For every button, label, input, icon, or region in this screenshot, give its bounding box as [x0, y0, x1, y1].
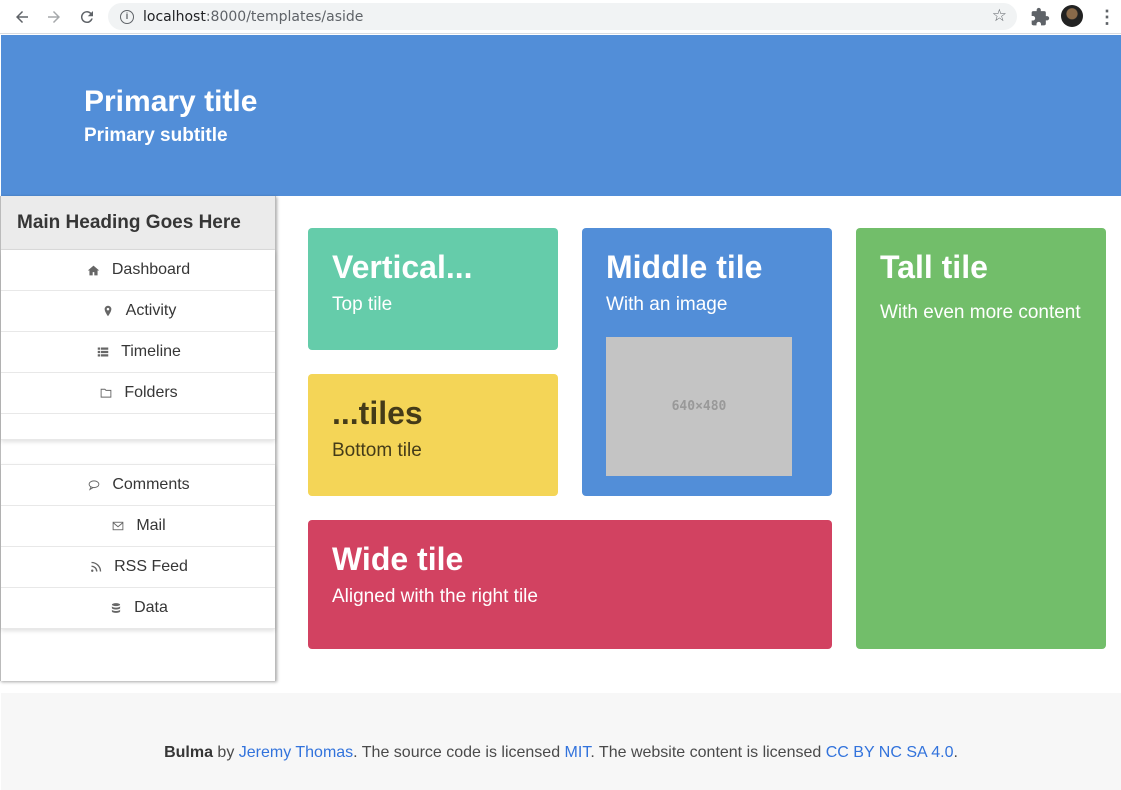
aside-panel: Main Heading Goes Here Dashboard Activit… [0, 196, 276, 681]
home-icon [86, 262, 102, 278]
menu-item-label: Timeline [121, 343, 181, 360]
footer-end: . [953, 744, 958, 761]
tile-subtitle: With an image [606, 294, 728, 316]
map-marker-icon [100, 303, 116, 319]
tile-subtitle: Aligned with the right tile [332, 586, 538, 608]
url-path: :8000/templates/aside [205, 8, 364, 25]
tile-title: Middle tile [606, 249, 763, 285]
tile-bottom: ...tiles Bottom tile [308, 374, 558, 496]
footer-by: by [212, 744, 239, 761]
extensions-puzzle-icon[interactable] [1030, 7, 1050, 27]
reload-icon[interactable] [75, 5, 99, 29]
url-host: localhost [143, 8, 206, 25]
footer-content-text: . The website content is licensed [590, 744, 826, 761]
tile-title: Wide tile [332, 541, 464, 577]
tile-middle: Middle tile With an image 640×480 [582, 228, 832, 496]
tile-tall: Tall tile With even more content [856, 228, 1106, 649]
menu-item-label: RSS Feed [114, 558, 188, 575]
aside-menu-bottom: Comments Mail RSS Feed Data [1, 464, 275, 629]
hero-banner: Primary title Primary subtitle [1, 35, 1121, 196]
bookmark-star-icon[interactable]: ☆ [992, 6, 1007, 26]
rss-icon [88, 559, 104, 575]
menu-divider [1, 414, 275, 440]
address-bar[interactable]: i localhost:8000/templates/aside ☆ [108, 3, 1017, 30]
footer-source-text: . The source code is licensed [353, 744, 565, 761]
info-icon[interactable]: i [120, 9, 134, 24]
footer: Bulma by Jeremy Thomas. The source code … [1, 693, 1121, 790]
menu-item-folders[interactable]: Folders [1, 373, 275, 414]
comment-icon [86, 477, 102, 493]
menu-item-label: Activity [125, 302, 177, 319]
placeholder-image: 640×480 [606, 337, 792, 476]
url-text: localhost:8000/templates/aside [143, 9, 363, 25]
tile-title: ...tiles [332, 395, 423, 431]
list-icon [95, 344, 111, 360]
browser-toolbar: i localhost:8000/templates/aside ☆ ⋮ [0, 0, 1121, 34]
menu-item-dashboard[interactable]: Dashboard [1, 250, 275, 291]
menu-item-label: Comments [112, 476, 190, 493]
profile-avatar[interactable] [1061, 5, 1083, 27]
aside-menu-top: Dashboard Activity Timeline Folders [1, 250, 275, 440]
tile-title: Vertical... [332, 249, 473, 285]
envelope-icon [110, 518, 126, 534]
tile-top: Vertical... Top tile [308, 228, 558, 350]
menu-item-label: Mail [136, 517, 166, 534]
database-icon [108, 600, 124, 616]
footer-text: Bulma by Jeremy Thomas. The source code … [1, 744, 1121, 762]
folder-icon [98, 385, 114, 401]
cc-license-link[interactable]: CC BY NC SA 4.0 [826, 744, 954, 761]
menu-item-label: Dashboard [111, 261, 191, 278]
mit-license-link[interactable]: MIT [565, 744, 591, 761]
menu-item-label: Data [134, 599, 168, 616]
footer-brand: Bulma [164, 744, 213, 761]
menu-item-data[interactable]: Data [1, 588, 275, 629]
menu-item-rss-feed[interactable]: RSS Feed [1, 547, 275, 588]
more-menu-icon[interactable]: ⋮ [1098, 6, 1116, 28]
tile-subtitle: With even more content [880, 302, 1081, 324]
menu-item-timeline[interactable]: Timeline [1, 332, 275, 373]
menu-item-activity[interactable]: Activity [1, 291, 275, 332]
tile-title: Tall tile [880, 249, 988, 285]
forward-arrow-icon[interactable] [42, 5, 66, 29]
back-arrow-icon[interactable] [10, 5, 34, 29]
hero-subtitle: Primary subtitle [84, 125, 228, 146]
author-link[interactable]: Jeremy Thomas [239, 744, 353, 761]
menu-item-label: Folders [124, 384, 178, 401]
hero-title: Primary title [84, 85, 258, 118]
aside-heading: Main Heading Goes Here [1, 196, 275, 250]
menu-item-comments[interactable]: Comments [1, 465, 275, 506]
tile-subtitle: Bottom tile [332, 440, 422, 462]
tile-wide: Wide tile Aligned with the right tile [308, 520, 832, 649]
menu-item-mail[interactable]: Mail [1, 506, 275, 547]
tile-subtitle: Top tile [332, 294, 393, 316]
